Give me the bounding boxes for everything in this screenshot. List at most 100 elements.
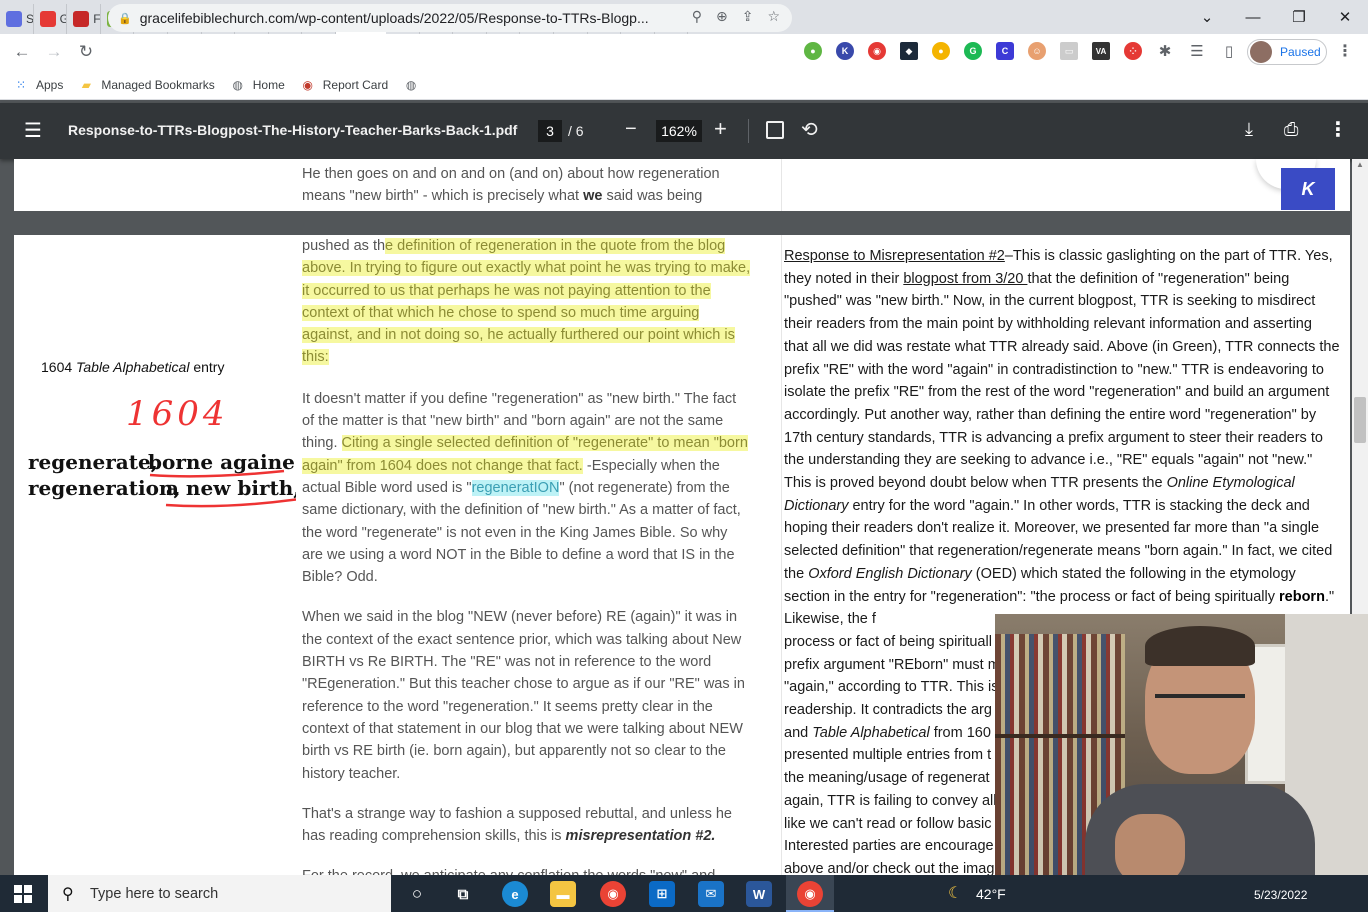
scrollbar-thumb[interactable] bbox=[1354, 397, 1366, 443]
webcam-overlay[interactable] bbox=[995, 614, 1368, 891]
scroll-up-arrow-icon[interactable]: ▲ bbox=[1352, 160, 1368, 174]
extension-yellow-icon[interactable]: ● bbox=[932, 42, 950, 60]
task-view-icon[interactable]: ⧉ bbox=[450, 881, 476, 907]
address-bar[interactable]: 🔒 gracelifebiblechurch.com/wp-content/up… bbox=[108, 4, 792, 32]
text-run: and bbox=[784, 724, 813, 741]
browser-tab[interactable]: Fr bbox=[67, 4, 101, 34]
text-line: means "new birth" - which is precisely w… bbox=[302, 188, 584, 205]
bookmark-item[interactable]: ◍ Home bbox=[231, 78, 285, 92]
extension-green-icon[interactable]: ● bbox=[804, 42, 822, 60]
chrome-icon[interactable]: ◉ bbox=[600, 881, 626, 907]
extension-dark-icon[interactable]: ◆ bbox=[900, 42, 918, 60]
bookmark-item[interactable]: ▰ Managed Bookmarks bbox=[79, 78, 215, 92]
zoom-icon[interactable]: ⊕ bbox=[716, 8, 728, 25]
windows-taskbar: ⚲ Type here to search ○ ⧉ e ▬ ◉ ⊞ ✉ W ◉ … bbox=[0, 875, 1368, 912]
word-icon[interactable]: W bbox=[746, 881, 772, 907]
person-glasses bbox=[1155, 694, 1245, 698]
zoom-level-input[interactable]: 162% bbox=[656, 120, 702, 142]
apps-grid-icon: ⁙ bbox=[15, 77, 27, 92]
image-caption: 1604 Table Alphabetical entry bbox=[41, 359, 224, 375]
caption-text: 1604 bbox=[41, 359, 77, 375]
edge-icon[interactable]: e bbox=[502, 881, 528, 907]
extension-red-icon[interactable]: ◉ bbox=[868, 42, 886, 60]
chrome-menu-icon[interactable]: ⋮ bbox=[1336, 42, 1354, 60]
text-run: that the definition of "regeneration" be… bbox=[784, 270, 1340, 492]
lock-icon[interactable]: 🔒 bbox=[118, 12, 132, 25]
italic-text: Oxford English Dictionary bbox=[808, 565, 972, 582]
search-icon: ⚲ bbox=[62, 886, 74, 903]
bookmark-star-icon[interactable]: ☆ bbox=[767, 8, 780, 25]
file-explorer-icon[interactable]: ▬ bbox=[550, 881, 576, 907]
profile-button[interactable]: Paused bbox=[1247, 39, 1327, 65]
column-divider bbox=[781, 159, 782, 211]
more-options-icon[interactable]: ⋮ bbox=[1328, 117, 1348, 142]
extension-grammarly-icon[interactable]: G bbox=[964, 42, 982, 60]
forward-arrow-icon[interactable]: → bbox=[38, 36, 70, 68]
minimize-button[interactable]: — bbox=[1230, 0, 1276, 34]
scan-line: regenerate, bbox=[28, 450, 158, 474]
side-panel-icon[interactable]: ▯ bbox=[1220, 42, 1238, 60]
tab-label: Sy bbox=[26, 12, 34, 26]
maximize-button[interactable]: ❐ bbox=[1276, 0, 1322, 34]
mail-icon[interactable]: ✉ bbox=[698, 881, 724, 907]
reading-list-icon[interactable]: ☰ bbox=[1188, 42, 1206, 60]
bold-text: reborn bbox=[1279, 588, 1325, 605]
bookmark-item[interactable]: ◍ bbox=[404, 78, 426, 92]
paragraph: pushed as the definition of regeneration… bbox=[302, 235, 752, 369]
caption-italic: Table Alphabetical bbox=[76, 359, 190, 375]
back-arrow-icon[interactable]: ← bbox=[6, 36, 38, 68]
extension-c-icon[interactable]: C bbox=[996, 42, 1014, 60]
zoom-out-button[interactable]: − bbox=[625, 118, 637, 141]
left-column-text: pushed as the definition of regeneration… bbox=[302, 235, 752, 875]
extension-va-icon[interactable]: VA bbox=[1092, 42, 1110, 60]
response-heading: Response to Misrepresentation #2 bbox=[784, 248, 1005, 264]
bookmark-item[interactable]: ◉ Report Card bbox=[301, 78, 389, 92]
extension-face-icon[interactable]: ☺ bbox=[1028, 42, 1046, 60]
page-number-input[interactable]: 3 bbox=[538, 120, 562, 142]
tab-label: Fr bbox=[93, 12, 101, 26]
k-extension-button[interactable]: K bbox=[1281, 168, 1335, 210]
browser-tab[interactable]: Sy bbox=[0, 4, 34, 34]
windows-start-icon[interactable] bbox=[14, 885, 32, 903]
hamburger-menu-icon[interactable]: ☰ bbox=[24, 121, 42, 141]
bookmark-item[interactable]: ⁙ Apps bbox=[14, 78, 63, 92]
pdf-page-previous: He then goes on and on and on (and on) a… bbox=[14, 159, 1350, 211]
taskbar-search-box[interactable]: ⚲ Type here to search bbox=[48, 875, 391, 912]
share-icon[interactable]: ⇪ bbox=[742, 8, 754, 25]
scan-line: borne againe bbox=[148, 450, 295, 474]
rotate-icon[interactable]: ⟲ bbox=[801, 117, 818, 142]
text-run: pushed as th bbox=[302, 238, 386, 254]
pdf-toolbar: ☰ Response-to-TTRs-Blogpost-The-History-… bbox=[0, 103, 1368, 159]
reload-icon[interactable]: ↻ bbox=[70, 36, 102, 68]
tab-search-chevron-icon[interactable]: ⌄ bbox=[1184, 0, 1230, 34]
clock-date[interactable]: 5/23/2022 bbox=[1254, 888, 1307, 902]
globe-icon: ◍ bbox=[405, 77, 417, 92]
cortana-icon[interactable]: ○ bbox=[404, 881, 430, 907]
tab-favicon-icon bbox=[6, 11, 22, 27]
avatar bbox=[1250, 41, 1272, 63]
highlighted-text: e definition of regeneration in the quot… bbox=[302, 238, 751, 366]
toolbar-divider bbox=[748, 119, 749, 143]
blogpost-link[interactable]: blogpost from 3/20 bbox=[903, 271, 1027, 287]
print-icon[interactable]: ⎙ bbox=[1284, 119, 1298, 140]
download-icon[interactable]: ⤓ bbox=[1245, 119, 1253, 140]
extensions-puzzle-icon[interactable]: ✱ bbox=[1156, 42, 1174, 60]
moon-weather-icon[interactable]: ☾ bbox=[948, 883, 962, 903]
zoom-in-button[interactable]: + bbox=[714, 116, 727, 142]
extension-k-icon[interactable]: K bbox=[836, 42, 854, 60]
weather-temp[interactable]: 42°F bbox=[976, 886, 1006, 902]
bookmark-label: Home bbox=[252, 77, 285, 92]
browser-tab[interactable]: Gr bbox=[34, 4, 68, 34]
url-text: gracelifebiblechurch.com/wp-content/uplo… bbox=[139, 10, 649, 26]
bold-italic-text: misrepresentation #2. bbox=[565, 828, 716, 845]
location-pin-icon[interactable]: ⚲ bbox=[692, 8, 702, 25]
text-run: from 160 bbox=[929, 724, 991, 741]
extension-red-dots-icon[interactable]: ⁘ bbox=[1124, 42, 1142, 60]
chrome-active-icon[interactable]: ◉ bbox=[797, 881, 823, 907]
extension-grey-icon[interactable]: ▭ bbox=[1060, 42, 1078, 60]
fit-to-page-icon[interactable] bbox=[766, 121, 784, 139]
search-placeholder: Type here to search bbox=[90, 885, 219, 902]
store-icon[interactable]: ⊞ bbox=[649, 881, 675, 907]
close-window-button[interactable]: ✕ bbox=[1322, 0, 1368, 34]
bookmark-label: Apps bbox=[36, 77, 64, 92]
